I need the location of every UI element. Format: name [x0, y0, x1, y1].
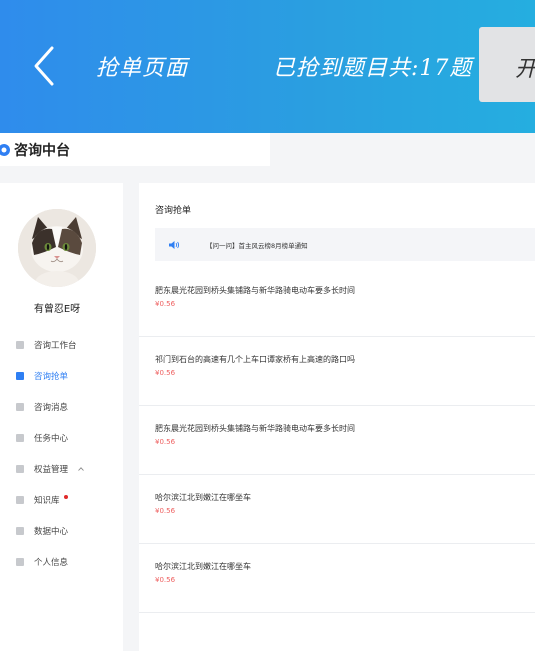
back-arrow-icon[interactable]: [30, 44, 60, 88]
sidebar-item-consult-messages[interactable]: 咨询消息: [0, 391, 123, 422]
question-text: 肥东晨光花园到桥头集铺路与新华路骑电动车要多长时间: [155, 286, 355, 295]
user-name: 有曾忍E呀: [33, 304, 81, 315]
brand-bar: 咨询中台: [0, 133, 270, 166]
clipboard-icon: [16, 433, 24, 442]
sidebar-item-consult-grab[interactable]: 咨询抢单: [0, 360, 123, 391]
question-text: 哈尔滨江北到嫩江在哪坐车: [155, 493, 251, 502]
chat-icon: [16, 402, 24, 411]
section-title: 咨询抢单: [155, 206, 192, 216]
sidebar-item-label: 咨询工作台: [34, 340, 77, 351]
question-price: ¥0.56: [155, 300, 176, 308]
notice-text: 【问一问】首主风云榜8月榜单通知: [206, 241, 308, 250]
question-price: ¥0.56: [155, 438, 176, 446]
grid-icon: [16, 340, 24, 349]
question-item[interactable]: 祁门到石台的高速有几个上车口谭家桥有上高速的路口吗 ¥0.56: [139, 337, 535, 406]
notification-dot: [63, 495, 68, 499]
start-button[interactable]: 开: [479, 27, 535, 102]
sidebar-item-label: 任务中心: [34, 433, 69, 444]
question-text: 肥东晨光花园到桥头集铺路与新华路骑电动车要多长时间: [155, 424, 355, 433]
id-card-icon: [16, 557, 24, 566]
question-item[interactable]: 肥东晨光花园到桥头集铺路与新华路骑电动车要多长时间 ¥0.56: [139, 268, 535, 337]
question-price: ¥0.56: [155, 576, 176, 584]
brand-logo-icon: [0, 143, 10, 156]
sidebar-item-label: 知识库: [34, 495, 60, 506]
chevron-up-icon[interactable]: [78, 466, 84, 472]
sidebar-item-knowledge-base[interactable]: 知识库: [0, 484, 123, 515]
question-text: 哈尔滨江北到嫩江在哪坐车: [155, 562, 251, 571]
sidebar-item-label: 个人信息: [34, 557, 69, 568]
sidebar-item-personal-info[interactable]: 个人信息: [0, 546, 123, 577]
sidebar: 有曾忍E呀 咨询工作台 咨询抢单 咨询消息 任务中心 权益管理 知识库 数据中心…: [0, 183, 123, 651]
question-item[interactable]: 肥东晨光花园到桥头集铺路与新华路骑电动车要多长时间 ¥0.56: [139, 406, 535, 475]
page-title: 抢单页面: [96, 56, 189, 81]
pie-chart-icon: [16, 526, 24, 535]
top-banner: 抢单页面 已抢到题目共:17题 开: [0, 0, 535, 133]
bar-chart-icon: [16, 495, 24, 504]
sidebar-item-consult-workbench[interactable]: 咨询工作台: [0, 329, 123, 360]
main-panel: 咨询抢单 【问一问】首主风云榜8月榜单通知 肥东晨光花园到桥头集铺路与新华路骑电…: [139, 183, 535, 651]
question-price: ¥0.56: [155, 369, 176, 377]
brand-name: 咨询中台: [14, 142, 70, 159]
question-item[interactable]: 哈尔滨江北到嫩江在哪坐车 ¥0.56: [139, 475, 535, 544]
sidebar-menu: 咨询工作台 咨询抢单 咨询消息 任务中心 权益管理 知识库 数据中心 个人信息: [0, 329, 123, 577]
sidebar-item-label: 咨询抢单: [34, 371, 69, 382]
question-price: ¥0.56: [155, 507, 176, 515]
grabbed-count: 已抢到题目共:17题: [273, 56, 473, 81]
sidebar-item-rights-management[interactable]: 权益管理: [0, 453, 123, 484]
document-icon: [16, 371, 24, 380]
cat-avatar-image: [18, 209, 96, 287]
sidebar-item-label: 咨询消息: [34, 402, 69, 413]
bag-icon: [16, 464, 24, 473]
question-list: 肥东晨光花园到桥头集铺路与新华路骑电动车要多长时间 ¥0.56 祁门到石台的高速…: [139, 268, 535, 613]
question-item[interactable]: 哈尔滨江北到嫩江在哪坐车 ¥0.56: [139, 544, 535, 613]
sidebar-item-task-center[interactable]: 任务中心: [0, 422, 123, 453]
notice-bar[interactable]: 【问一问】首主风云榜8月榜单通知: [155, 228, 535, 261]
avatar[interactable]: [18, 209, 96, 287]
sidebar-item-label: 权益管理: [34, 464, 69, 475]
question-text: 祁门到石台的高速有几个上车口谭家桥有上高速的路口吗: [155, 355, 355, 364]
sidebar-item-data-center[interactable]: 数据中心: [0, 515, 123, 546]
sidebar-item-label: 数据中心: [34, 526, 69, 537]
speaker-icon: [169, 240, 180, 249]
